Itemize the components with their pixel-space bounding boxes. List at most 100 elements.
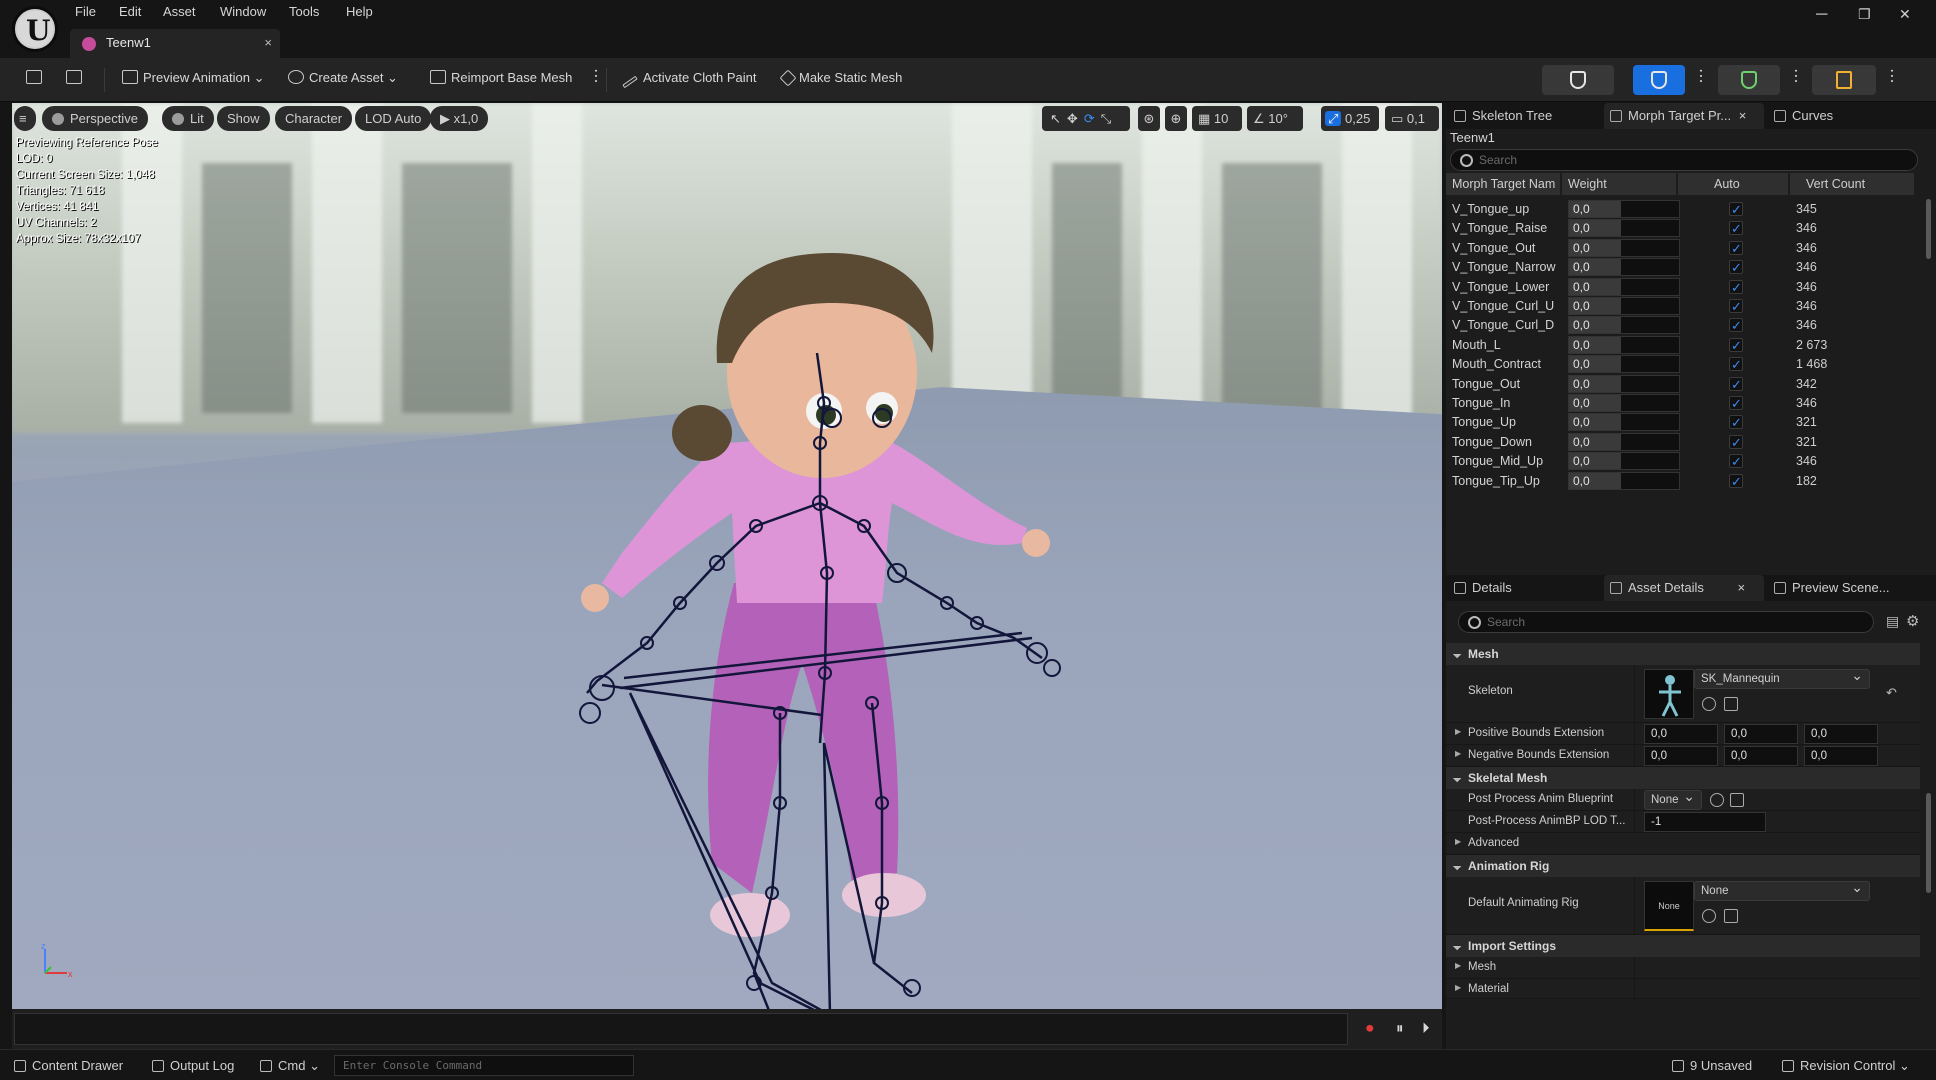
positive-bounds-x[interactable]: 0,0 [1644,724,1718,744]
menu-file[interactable]: File [75,4,96,19]
menu-window[interactable]: Window [220,4,266,19]
weight-input[interactable]: 0,0 [1568,432,1680,451]
skeleton-dropdown[interactable]: SK_Mannequin [1694,666,1870,689]
browse-folder-icon[interactable] [1724,697,1738,711]
tab-preview-scene[interactable]: Preview Scene... [1768,575,1918,601]
import-material-row[interactable]: Material [1446,979,1920,999]
timeline-track[interactable] [14,1013,1348,1045]
reimport-base-mesh-button[interactable]: Reimport Base Mesh [430,70,572,85]
weight-input[interactable]: 0,0 [1568,374,1680,393]
advanced-label[interactable]: Advanced [1455,837,1519,849]
browse-folder-icon[interactable] [1730,793,1744,807]
table-view-icon[interactable]: ▤ [1886,613,1899,630]
rig-thumbnail[interactable]: None [1644,881,1694,931]
restore-button[interactable]: ❐ [1858,6,1871,23]
column-header-vert-count[interactable]: Vert Count [1790,173,1914,195]
post-process-lod-input[interactable]: -1 [1644,812,1766,832]
select-icon[interactable]: ↖ [1050,111,1067,126]
cmd-dropdown[interactable]: Cmd ⌄ [260,1058,320,1074]
content-drawer-button[interactable]: Content Drawer [14,1058,123,1073]
skeleton-mode-button[interactable] [1542,65,1614,95]
menu-asset[interactable]: Asset [163,4,196,19]
preview-animation-button[interactable]: Preview Animation ⌄ [122,70,264,86]
morph-search-input[interactable]: Search [1450,149,1918,171]
character-button[interactable]: Character [275,106,353,131]
section-mesh[interactable]: Mesh [1446,643,1920,665]
weight-input[interactable]: 0,0 [1568,297,1680,315]
column-header-weight[interactable]: Weight [1562,173,1676,195]
details-scrollbar[interactable] [1926,793,1931,893]
settings-gear-icon[interactable]: ⚙ [1906,612,1919,630]
menu-help[interactable]: Help [346,4,373,19]
perspective-button[interactable]: Perspective [42,106,148,131]
negative-bounds-z[interactable]: 0,0 [1804,746,1878,766]
negative-bounds-x[interactable]: 0,0 [1644,746,1718,766]
scale-snap-button[interactable]: ⤢ 0,25 [1321,106,1379,131]
column-header-name[interactable]: Morph Target Nam [1446,173,1560,195]
transform-tools[interactable]: ↖✥⟳⤡ [1042,106,1130,131]
close-tab-icon[interactable]: × [1738,580,1746,595]
close-tab-icon[interactable]: × [1739,108,1747,123]
browse-folder-icon[interactable] [1724,909,1738,923]
lod-auto-button[interactable]: LOD Auto [355,106,432,131]
weight-input[interactable]: 0,0 [1568,335,1680,354]
column-header-auto[interactable]: Auto [1678,173,1788,195]
menu-edit[interactable]: Edit [119,4,141,19]
unsaved-button[interactable]: 9 Unsaved [1672,1058,1752,1073]
negative-bounds-y[interactable]: 0,0 [1724,746,1798,766]
more-options-icon[interactable]: ⋯ [1786,68,1805,84]
section-animation-rig[interactable]: Animation Rig [1446,855,1920,877]
import-mesh-label[interactable]: Mesh [1455,961,1496,973]
post-process-dropdown[interactable]: None [1644,787,1702,810]
import-mesh-row[interactable]: Mesh [1446,957,1920,979]
make-static-mesh-button[interactable]: Make Static Mesh [779,69,902,87]
auto-checkbox[interactable] [1729,276,1743,300]
close-window-button[interactable]: ✕ [1899,6,1911,23]
morph-scrollbar[interactable] [1926,199,1931,259]
lit-button[interactable]: Lit [162,106,214,131]
tab-asset-details[interactable]: Asset Details × [1604,575,1764,601]
auto-checkbox[interactable] [1729,411,1743,435]
weight-input[interactable]: 0,0 [1568,258,1680,277]
rotation-snap-button[interactable]: ∠ 10° [1247,106,1303,131]
auto-checkbox[interactable] [1729,392,1743,416]
positive-bounds-label[interactable]: Positive Bounds Extension [1455,727,1604,739]
tab-skeleton-tree[interactable]: Skeleton Tree [1448,103,1598,129]
use-selected-icon[interactable] [1702,909,1716,923]
weight-input[interactable]: 0,0 [1568,394,1680,412]
auto-checkbox[interactable] [1729,217,1743,241]
activate-cloth-paint-button[interactable]: Activate Cloth Paint [622,70,756,89]
auto-checkbox[interactable] [1729,237,1743,261]
auto-checkbox[interactable] [1729,353,1743,377]
output-log-button[interactable]: Output Log [152,1058,234,1073]
surface-snap-icon[interactable]: ⊛ [1138,106,1160,131]
section-skeletal-mesh[interactable]: Skeletal Mesh [1446,767,1920,789]
viewport-menu-button[interactable]: ≡ [14,106,36,131]
weight-input[interactable]: 0,0 [1568,238,1680,257]
console-command-input[interactable]: Enter Console Command [334,1055,634,1076]
more-options-icon[interactable]: ⋯ [1882,68,1901,84]
auto-checkbox[interactable] [1729,373,1743,397]
auto-checkbox[interactable] [1729,198,1743,222]
playback-speed-button[interactable]: ▶ x1,0 [430,106,489,131]
camera-speed-button[interactable]: ▭ 0,1 [1385,106,1439,131]
weight-input[interactable]: 0,0 [1568,413,1680,432]
rig-dropdown[interactable]: None [1694,878,1870,901]
auto-checkbox[interactable] [1729,431,1743,455]
browse-asset-icon[interactable] [66,70,87,85]
move-icon[interactable]: ✥ [1067,111,1084,126]
animation-mode-button[interactable] [1718,65,1780,95]
menu-tools[interactable]: Tools [289,4,319,19]
save-icon[interactable] [26,70,47,85]
weight-input[interactable]: 0,0 [1568,316,1680,335]
local-world-icon[interactable]: ⊕ [1165,106,1187,131]
close-tab-icon[interactable]: × [264,35,272,50]
negative-bounds-label[interactable]: Negative Bounds Extension [1455,749,1609,761]
auto-checkbox[interactable] [1729,295,1743,319]
import-material-label[interactable]: Material [1455,983,1509,995]
positive-bounds-y[interactable]: 0,0 [1724,724,1798,744]
skeleton-thumbnail[interactable] [1644,669,1694,719]
auto-checkbox[interactable] [1729,450,1743,474]
show-button[interactable]: Show [217,106,270,131]
tab-morph-target-preview[interactable]: Morph Target Pr... × [1604,103,1764,129]
